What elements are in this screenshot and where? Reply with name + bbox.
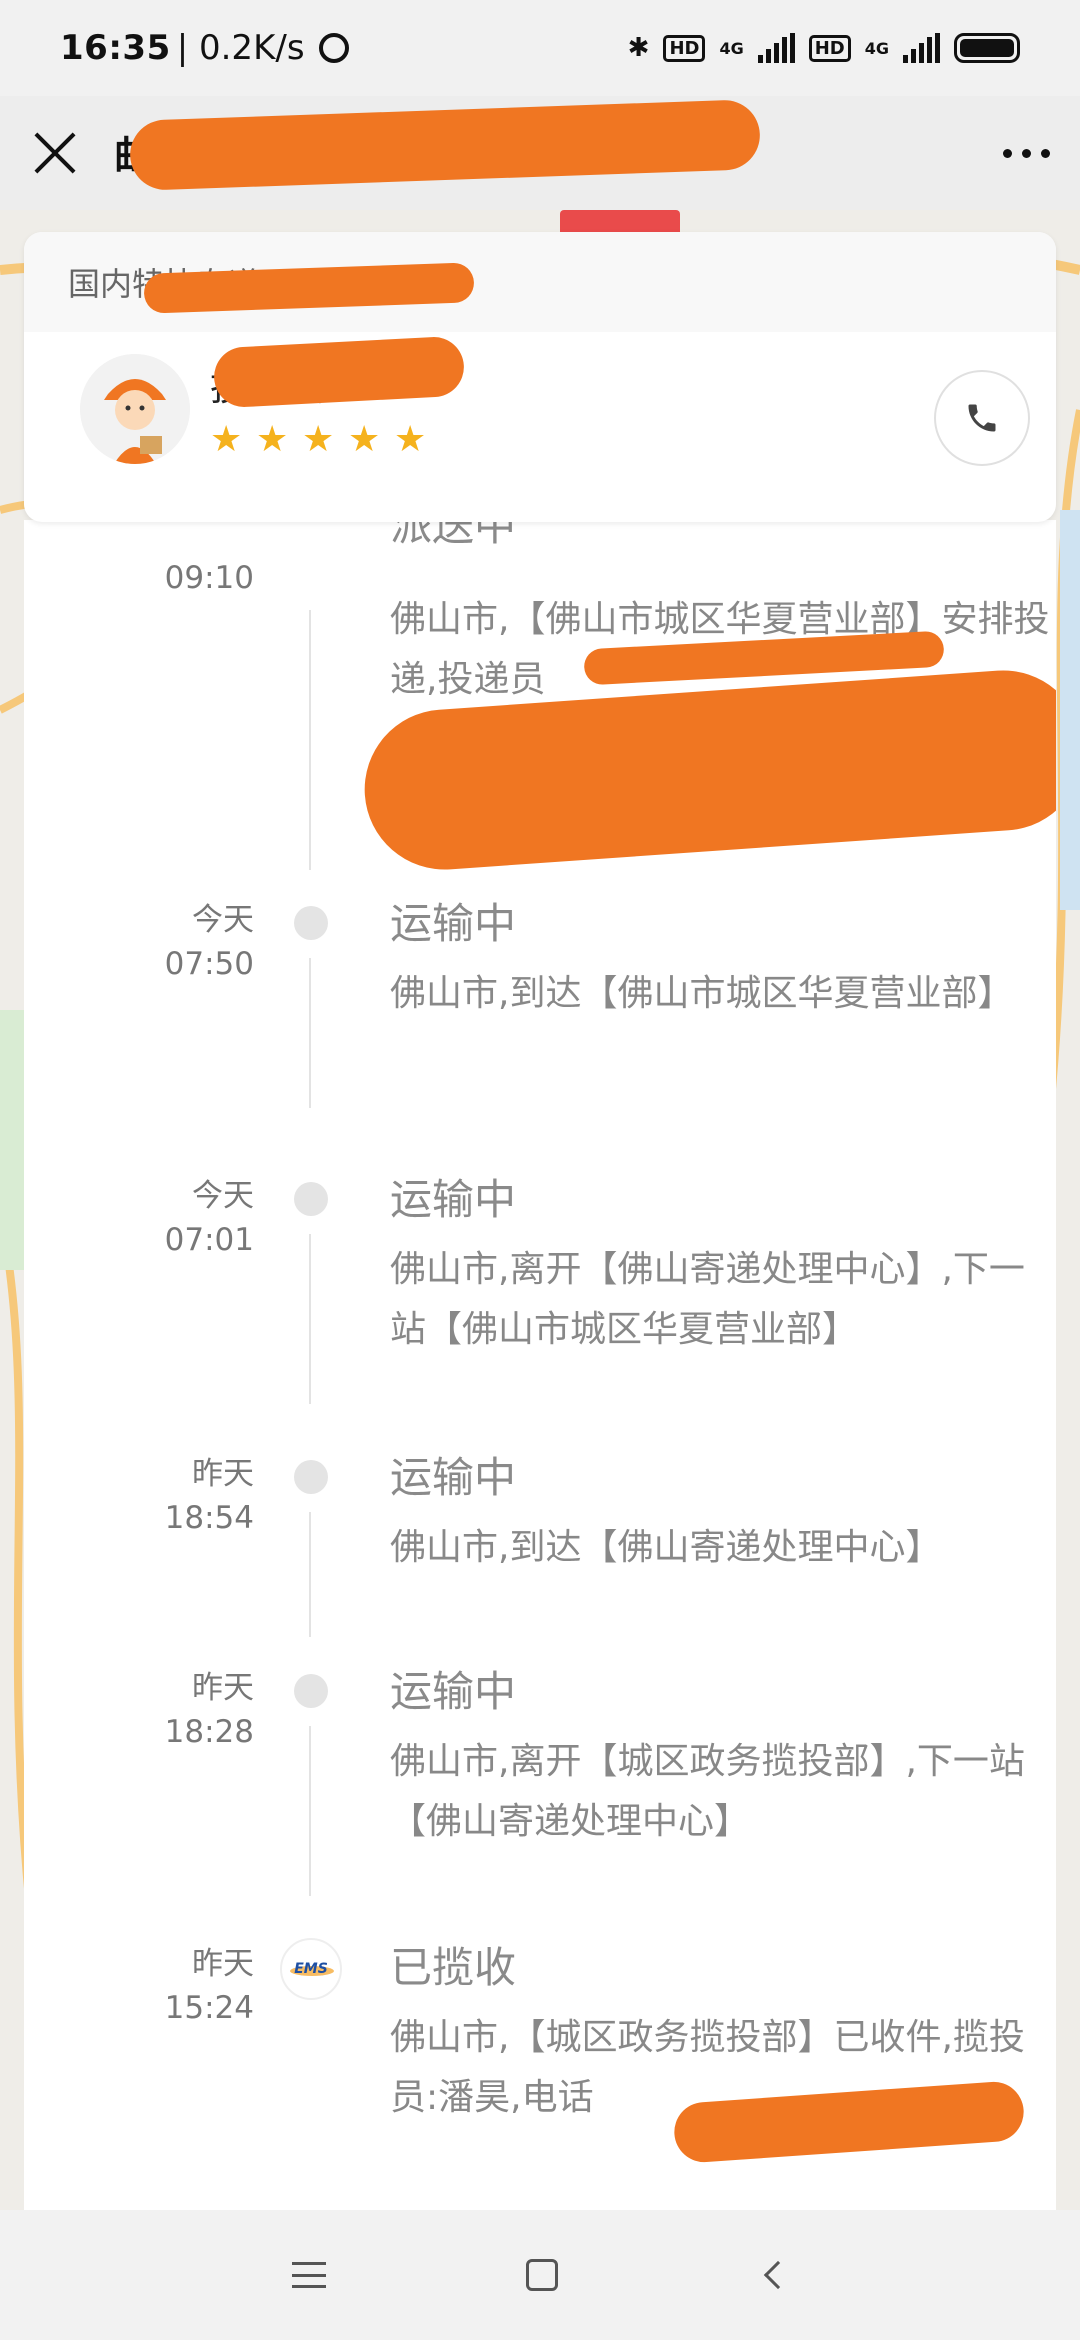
timeline-connector bbox=[309, 1726, 311, 1896]
timeline-connector bbox=[309, 1512, 311, 1637]
bluetooth-icon: ✱ bbox=[627, 33, 650, 63]
courier-avatar bbox=[80, 354, 190, 464]
timeline-time: 18:54 bbox=[164, 1500, 254, 1536]
hd-icon: HD bbox=[808, 34, 851, 62]
timeline-status: 已揽收 bbox=[390, 1943, 517, 1992]
timeline-status: 运输中 bbox=[390, 1453, 517, 1502]
ems-logo-text: EMS bbox=[294, 1961, 328, 1977]
status-speed: | 0.2K/s bbox=[176, 28, 305, 68]
more-options-icon[interactable] bbox=[1003, 148, 1050, 158]
rating-stars: ★ ★ ★ ★ ★ bbox=[210, 422, 430, 458]
alarm-icon bbox=[318, 33, 349, 63]
timeline-time: 07:50 bbox=[164, 946, 254, 982]
timeline-description: 佛山市,到达【佛山市城区华夏营业部】 bbox=[390, 973, 1014, 1014]
timeline-time: 18:28 bbox=[164, 1714, 254, 1750]
timeline-dot bbox=[294, 1182, 328, 1216]
home-icon[interactable] bbox=[526, 2259, 558, 2291]
status-icons: ✱ HD 4G HD 4G bbox=[628, 33, 1020, 63]
status-time: 16:35 bbox=[60, 28, 171, 68]
recents-icon[interactable] bbox=[292, 2262, 326, 2288]
timeline-dot bbox=[294, 1460, 328, 1494]
courier-card: 国内特快专递 投递员 ★ ★ ★ ★ ★ bbox=[24, 232, 1056, 522]
star-icon: ★ bbox=[256, 419, 289, 460]
back-icon[interactable] bbox=[763, 2260, 793, 2290]
timeline-status: 运输中 bbox=[390, 1175, 517, 1224]
network-type-label: 4G bbox=[719, 38, 744, 58]
star-icon: ★ bbox=[394, 419, 427, 460]
close-icon[interactable] bbox=[30, 128, 80, 178]
timeline-status: 派送中 bbox=[390, 520, 517, 550]
timeline-time: 15:24 bbox=[164, 1990, 254, 2026]
status-bar: 16:35 | 0.2K/s ✱ HD 4G HD 4G bbox=[0, 0, 1080, 96]
courier-avatar-illustration bbox=[80, 354, 190, 464]
call-button[interactable] bbox=[934, 370, 1030, 466]
system-navigation-bar bbox=[0, 2210, 1080, 2340]
star-icon: ★ bbox=[302, 419, 335, 460]
timeline-time: 07:01 bbox=[164, 1222, 254, 1258]
timeline-description: 佛山市,离开【佛山寄递处理中心】,下一站【佛山市城区华夏营业部】 bbox=[390, 1249, 1025, 1350]
timeline-status: 运输中 bbox=[390, 899, 517, 948]
signal-icon bbox=[757, 33, 795, 63]
timeline-description: 佛山市,到达【佛山寄递处理中心】 bbox=[390, 1527, 942, 1568]
star-icon: ★ bbox=[348, 419, 381, 460]
timeline-day: 昨天 bbox=[192, 1946, 254, 1982]
timeline-status: 运输中 bbox=[390, 1667, 517, 1716]
ems-logo-icon: EMS bbox=[280, 1938, 342, 2000]
hd-icon: HD bbox=[663, 34, 706, 62]
timeline-day: 今天 bbox=[192, 902, 254, 938]
timeline-day: 今天 bbox=[192, 1178, 254, 1214]
timeline-day: 昨天 bbox=[192, 1456, 254, 1492]
network-type-label: 4G bbox=[864, 38, 889, 58]
signal-icon bbox=[903, 33, 940, 63]
tracking-timeline[interactable]: 09:10 派送中 佛山市,【佛山市城区华夏营业部】安排投递,投递员 今天 07… bbox=[24, 520, 1056, 2210]
battery-icon bbox=[954, 33, 1020, 63]
phone-icon bbox=[968, 404, 996, 432]
timeline-connector bbox=[309, 1234, 311, 1404]
timeline-time: 09:10 bbox=[164, 560, 254, 596]
timeline-day: 昨天 bbox=[192, 1670, 254, 1706]
star-icon: ★ bbox=[210, 419, 243, 460]
timeline-description: 佛山市,离开【城区政务揽投部】,下一站【佛山寄递处理中心】 bbox=[390, 1741, 1025, 1842]
timeline-connector bbox=[309, 610, 311, 870]
timeline-dot bbox=[294, 906, 328, 940]
timeline-connector bbox=[309, 958, 311, 1108]
timeline-dot bbox=[294, 1674, 328, 1708]
